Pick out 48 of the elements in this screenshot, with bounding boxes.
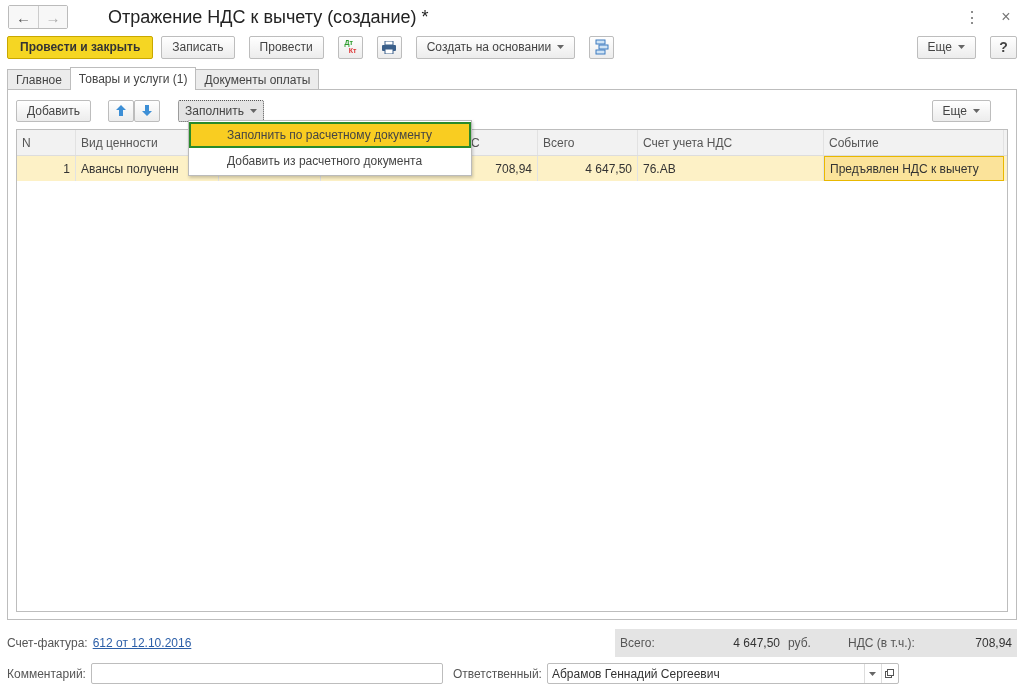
tab[interactable]: Документы оплаты bbox=[195, 69, 320, 89]
comment-label: Комментарий: bbox=[7, 666, 86, 681]
column-header[interactable]: Счет учета НДС bbox=[638, 130, 824, 155]
print-button[interactable] bbox=[376, 35, 402, 59]
open-window-icon bbox=[885, 669, 895, 678]
close-button[interactable]: × bbox=[995, 8, 1017, 26]
table-cell: 1 bbox=[17, 156, 76, 181]
create-based-on-button[interactable]: Создать на основании bbox=[415, 35, 576, 59]
printer-icon bbox=[382, 40, 397, 54]
invoice-label: Счет-фактура: bbox=[7, 636, 88, 650]
back-button[interactable]: ← bbox=[9, 6, 38, 28]
toolbar-button[interactable]: Записать bbox=[161, 35, 235, 59]
total-value: 4 647,50 bbox=[732, 636, 780, 650]
add-button[interactable]: Добавить bbox=[16, 99, 92, 122]
help-button[interactable]: ? bbox=[990, 35, 1017, 59]
menu-item[interactable]: Заполнить по расчетному документу bbox=[189, 122, 471, 148]
currency-label: руб. bbox=[788, 636, 812, 650]
caret-icon bbox=[973, 108, 980, 113]
caret-icon bbox=[249, 108, 257, 113]
vat-value: 708,94 bbox=[974, 636, 1012, 650]
more-actions-button[interactable]: ⋮ bbox=[961, 7, 983, 27]
column-header[interactable]: Всего bbox=[538, 130, 638, 155]
vat-label: НДС (в т.ч.): bbox=[848, 636, 916, 650]
responsible-label: Ответственный: bbox=[452, 666, 542, 681]
caret-icon bbox=[958, 45, 965, 49]
comment-field[interactable] bbox=[90, 663, 443, 684]
tab[interactable]: Главное bbox=[7, 69, 71, 89]
table-cell: Предъявлен НДС к вычету bbox=[824, 156, 1004, 181]
table-cell: 4 647,50 bbox=[538, 156, 638, 181]
column-header[interactable]: Событие bbox=[824, 130, 1004, 155]
more-button[interactable]: Еще bbox=[916, 35, 976, 59]
responsible-field[interactable]: Абрамов Геннадий Сергеевич bbox=[546, 663, 899, 684]
total-label: Всего: bbox=[620, 636, 656, 650]
move-up-button[interactable] bbox=[108, 99, 135, 122]
structure-button[interactable] bbox=[589, 35, 615, 59]
window-title: Отражение НДС к вычету (создание) * bbox=[108, 6, 429, 28]
more-button[interactable]: Еще bbox=[931, 99, 991, 122]
invoice-link[interactable]: 612 от 12.10.2016 bbox=[92, 636, 192, 650]
post-and-close-button[interactable]: Провести и закрыть bbox=[7, 35, 154, 59]
arrow-down-icon bbox=[142, 105, 153, 116]
column-header[interactable]: N bbox=[17, 130, 76, 155]
arrow-up-icon bbox=[116, 105, 127, 116]
fill-button[interactable]: Заполнить bbox=[178, 99, 264, 122]
caret-icon bbox=[869, 671, 877, 676]
toolbar-button[interactable]: Провести bbox=[248, 35, 324, 59]
caret-icon bbox=[557, 45, 565, 49]
move-down-button[interactable] bbox=[134, 99, 161, 122]
tab[interactable]: Товары и услуги (1) bbox=[69, 67, 197, 90]
